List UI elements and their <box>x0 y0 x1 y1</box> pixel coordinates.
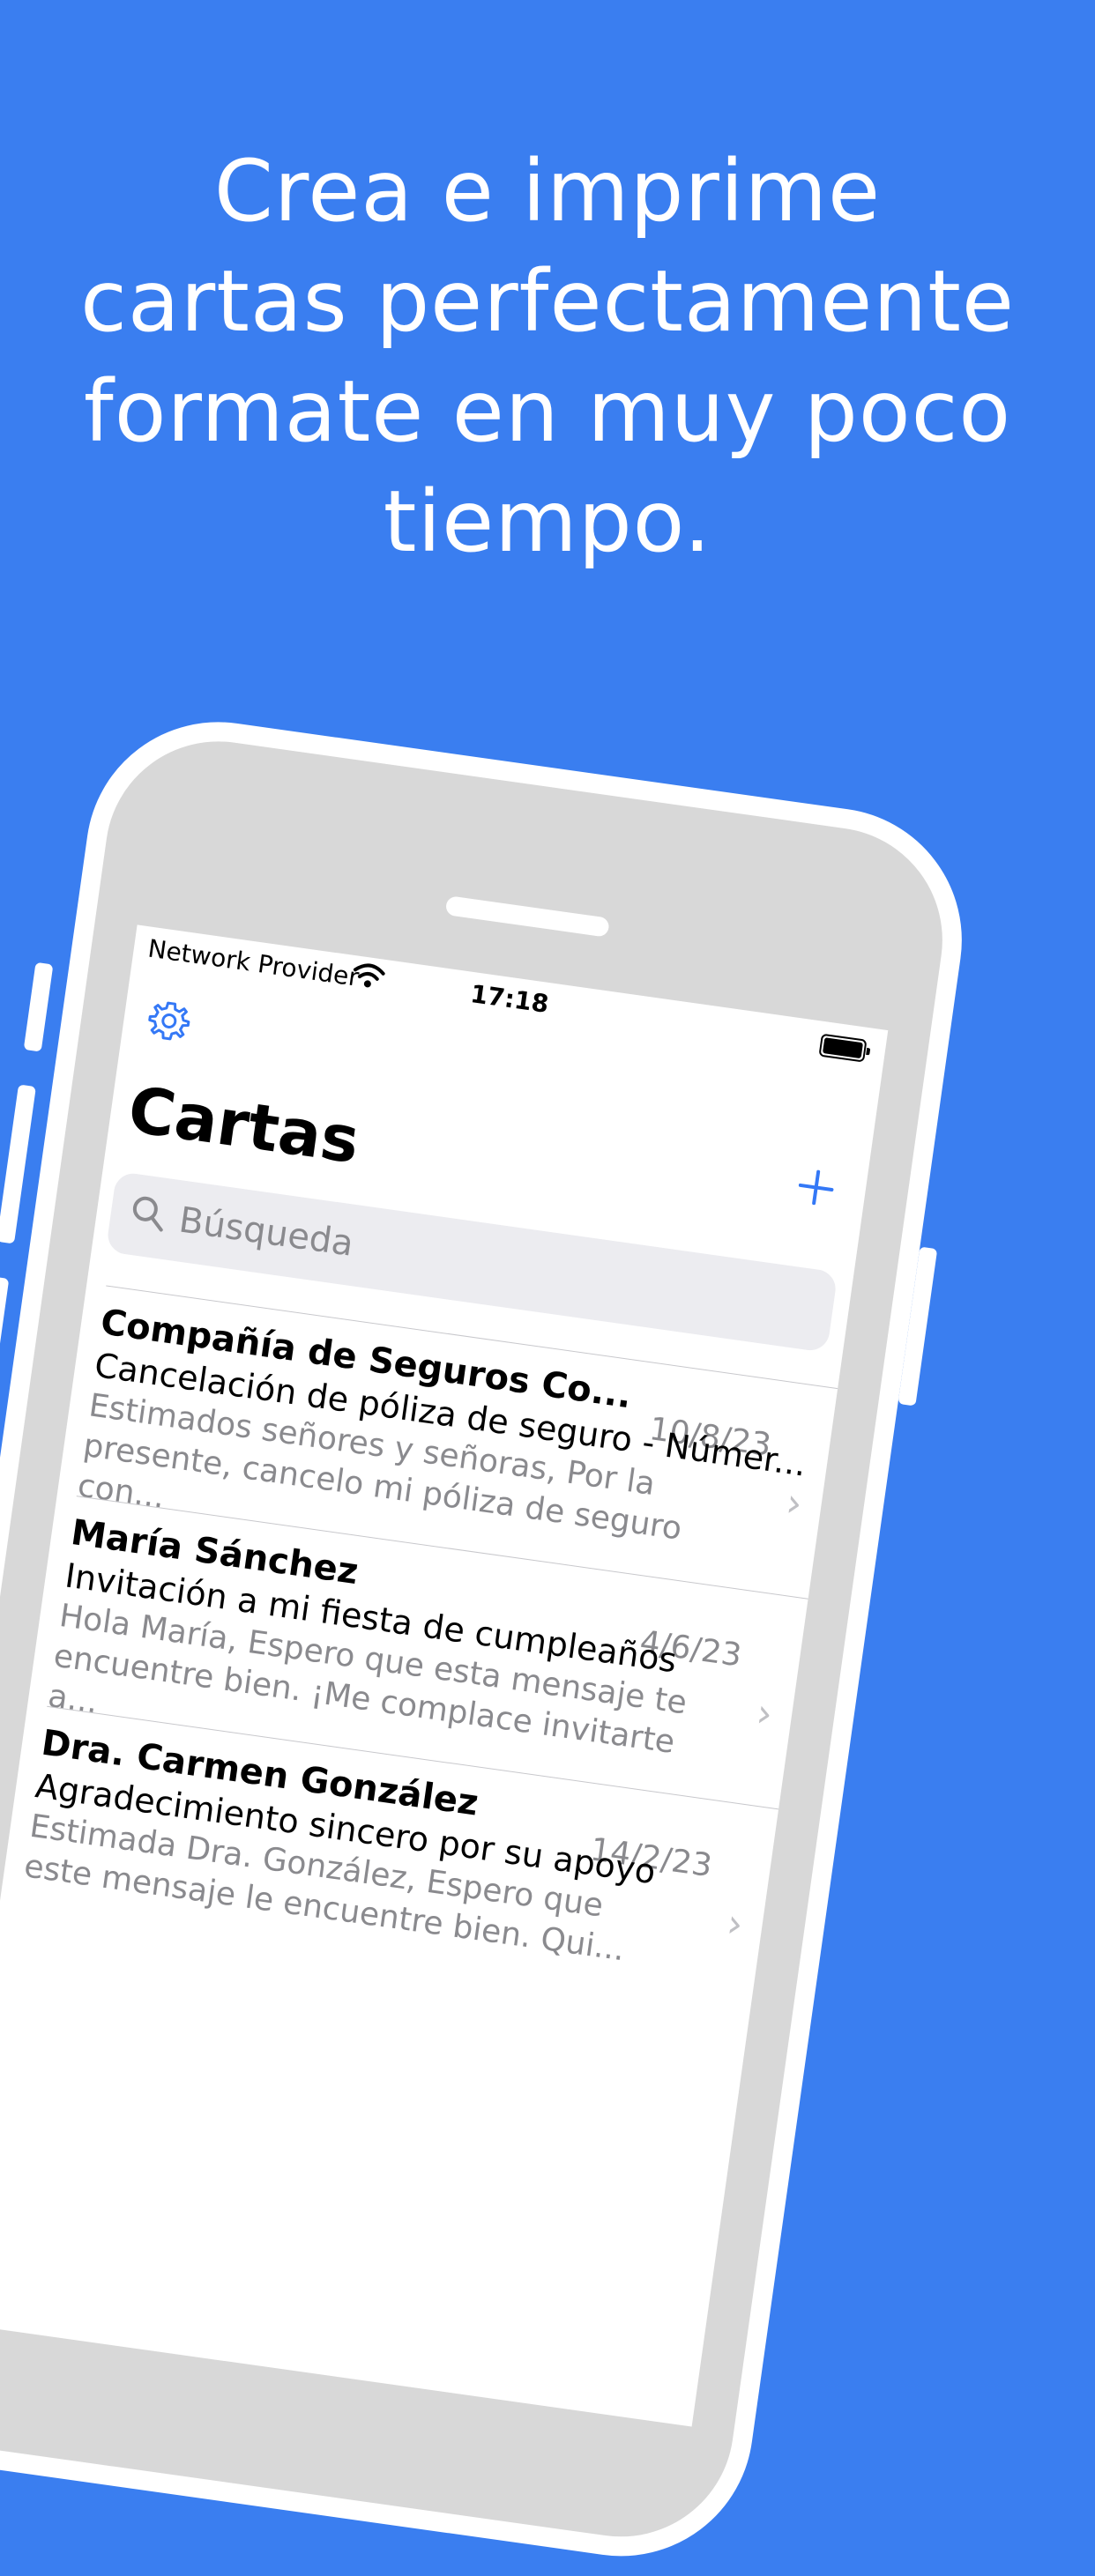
headline-line: Crea e imprime <box>213 142 882 241</box>
mute-switch <box>23 961 54 1052</box>
chevron-right-icon: › <box>724 1900 746 1948</box>
headline-line: tiempo. <box>383 472 712 571</box>
search-icon <box>132 1196 163 1232</box>
headline: Crea e imprime cartas perfectamente form… <box>0 137 1095 577</box>
page-title: Cartas <box>123 1072 364 1178</box>
headline-line: cartas perfectamente <box>80 252 1015 351</box>
plus-icon[interactable] <box>796 1168 836 1207</box>
chevron-right-icon: › <box>783 1480 805 1527</box>
letters-list: Compañía de Seguros Co... 10/8/23 Cancel… <box>0 1282 838 2020</box>
search-placeholder: Búsqueda <box>176 1199 356 1265</box>
headline-line: formate en muy poco <box>83 362 1012 461</box>
chevron-right-icon: › <box>753 1690 776 1738</box>
gear-icon[interactable] <box>145 996 194 1045</box>
phone-mockup: Network Provider 17:18 Cartas Búsqueda C… <box>0 705 980 2573</box>
volume-up-button <box>0 1084 36 1244</box>
